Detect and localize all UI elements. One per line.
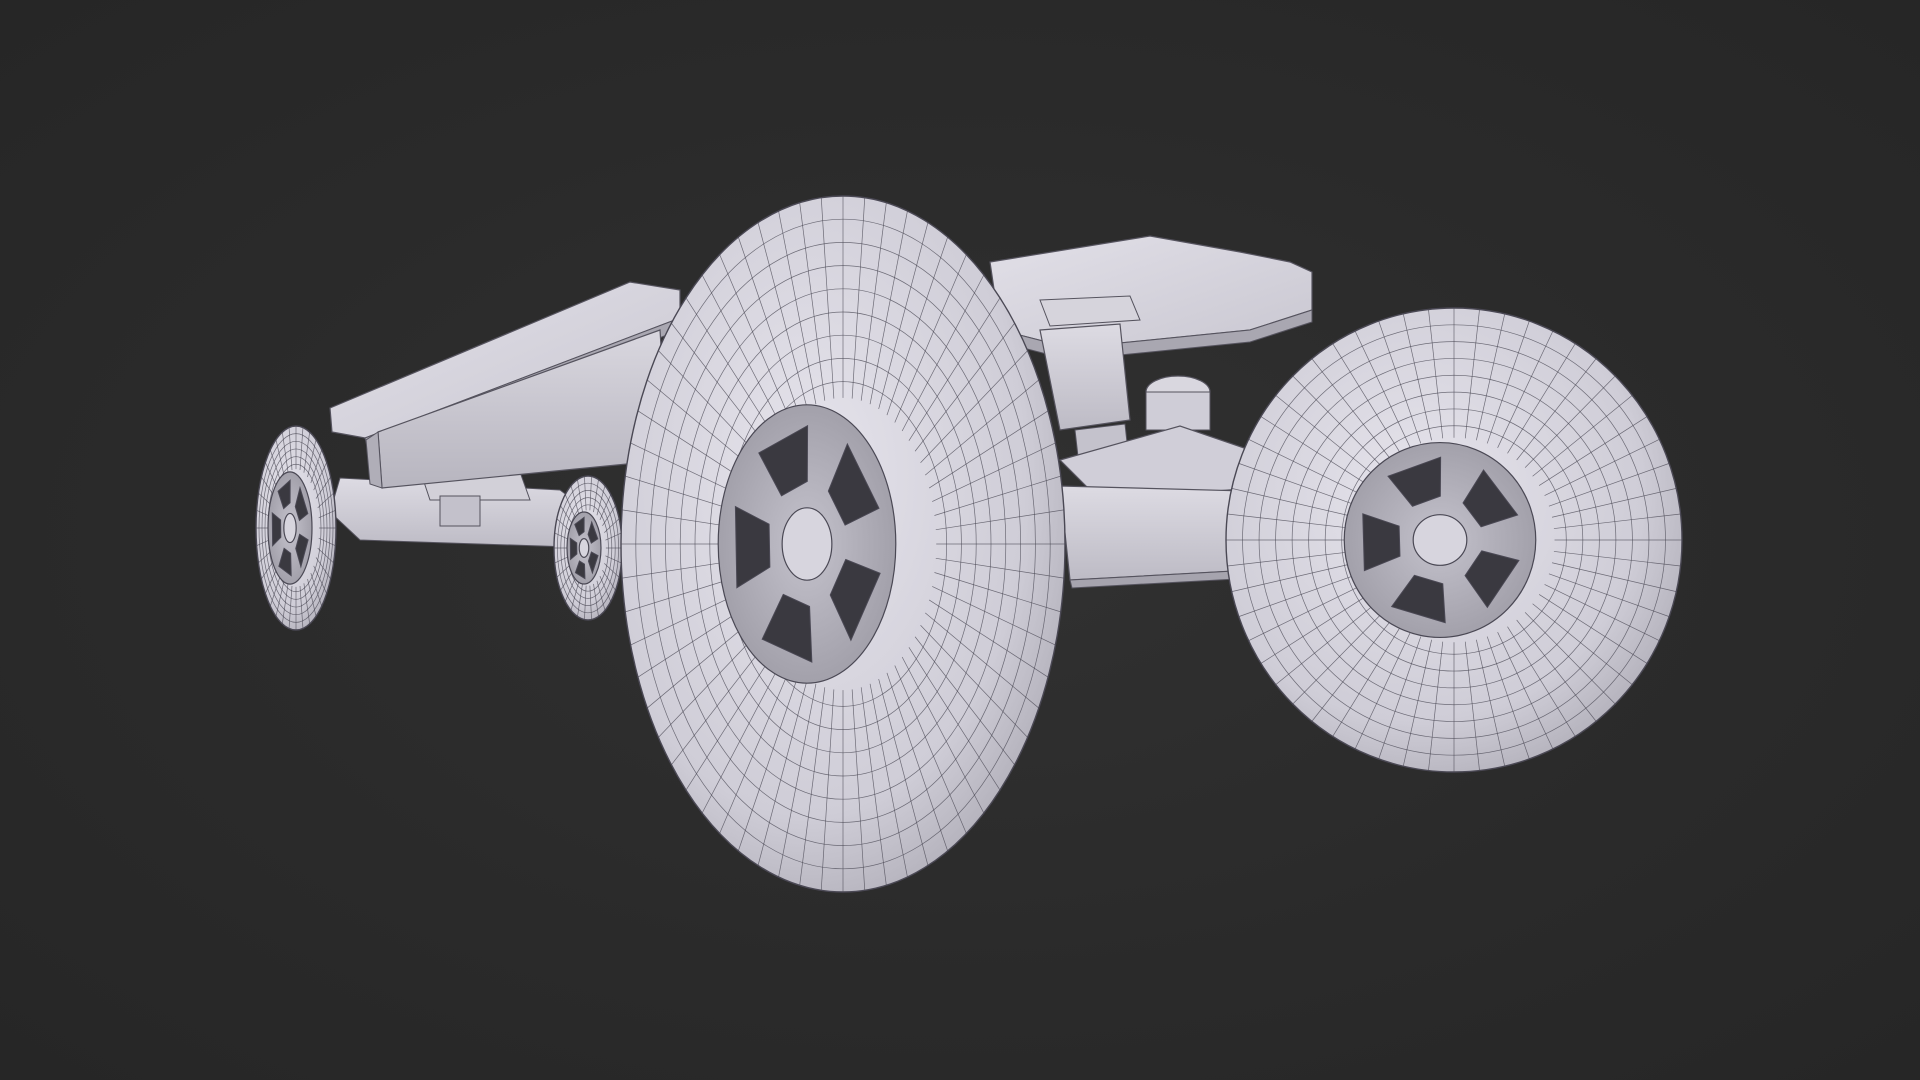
- front-wheel-left: [620, 195, 1066, 893]
- rear-wheel-near: [553, 475, 623, 621]
- skateboard-model: [255, 195, 1683, 893]
- front-wheel-right: [1225, 307, 1683, 773]
- rear-wheel-far: [255, 425, 337, 631]
- 3d-viewport[interactable]: [0, 0, 1920, 1080]
